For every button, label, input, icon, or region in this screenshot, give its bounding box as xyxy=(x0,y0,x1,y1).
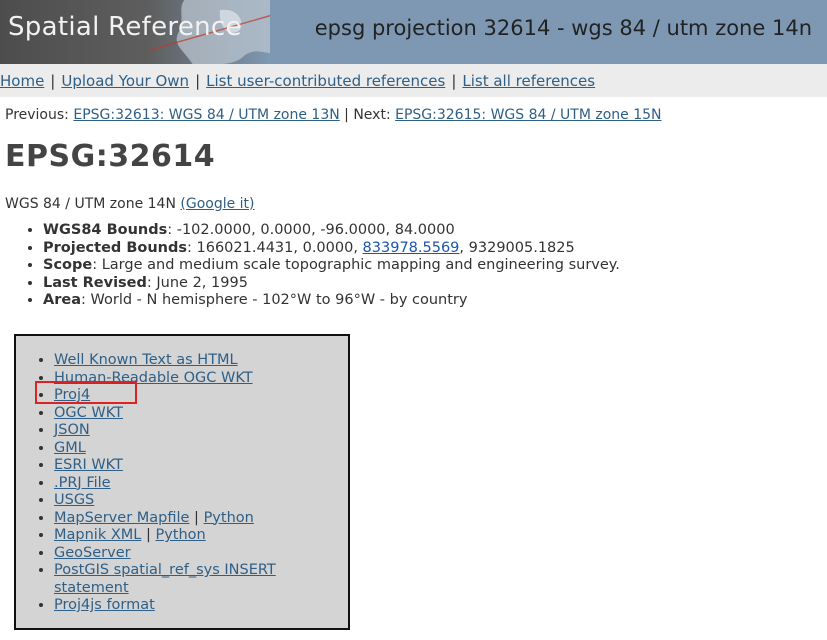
detail-area: Area: World - N hemisphere - 102°W to 96… xyxy=(43,292,822,310)
format-item: .PRJ File xyxy=(54,475,348,493)
next-link[interactable]: EPSG:32615: WGS 84 / UTM zone 15N xyxy=(395,107,661,123)
pipe-separator: | xyxy=(141,527,156,543)
formats-panel: Well Known Text as HTML Human-Readable O… xyxy=(14,334,350,630)
format-esri-wkt-link[interactable]: ESRI WKT xyxy=(54,457,123,473)
top-nav: Home | Upload Your Own | List user-contribut… xyxy=(0,64,827,97)
format-item: Proj4js format xyxy=(54,597,348,615)
next-label: | Next: xyxy=(339,107,396,123)
format-geoserver-link[interactable]: GeoServer xyxy=(54,545,131,561)
detail-value: : June 2, 1995 xyxy=(146,274,248,291)
detail-label: Projected Bounds xyxy=(43,239,188,256)
page-header-title: epsg projection 32614 - wgs 84 / utm zon… xyxy=(314,16,812,40)
site-header: Spatial Reference epsg projection 32614 … xyxy=(0,0,827,64)
detail-wgs84-bounds: WGS84 Bounds: -102.0000, 0.0000, -96.000… xyxy=(43,222,822,240)
prev-link[interactable]: EPSG:32613: WGS 84 / UTM zone 13N xyxy=(73,107,339,123)
detail-value: : Large and medium scale topographic map… xyxy=(92,257,620,273)
details-list: WGS84 Bounds: -102.0000, 0.0000, -96.000… xyxy=(5,222,822,310)
nav-home-link[interactable]: Home xyxy=(0,72,44,90)
detail-scope: Scope: Large and medium scale topographi… xyxy=(43,257,822,275)
nav-all-refs-link[interactable]: List all references xyxy=(462,72,595,90)
format-mapnik-link[interactable]: Mapnik XML xyxy=(54,527,141,543)
detail-value: , 9329005.1825 xyxy=(459,239,575,256)
format-mapserver-python-link[interactable]: Python xyxy=(204,510,254,526)
proj4-highlight-box xyxy=(35,381,137,404)
format-gml-link[interactable]: GML xyxy=(54,440,86,456)
prev-label: Previous: xyxy=(5,107,69,123)
detail-label: Last Revised xyxy=(43,274,147,291)
detail-label: WGS84 Bounds xyxy=(43,222,168,238)
format-mapserver-link[interactable]: MapServer Mapfile xyxy=(54,510,189,526)
format-item: PostGIS spatial_ref_sys INSERT statement xyxy=(54,562,348,597)
format-json-link[interactable]: JSON xyxy=(54,422,90,438)
detail-label: Area xyxy=(43,292,81,308)
format-proj4js-link[interactable]: Proj4js format xyxy=(54,597,155,613)
detail-projected-bounds: Projected Bounds: 166021.4431, 0.0000, 8… xyxy=(43,240,822,258)
format-ogc-wkt-link[interactable]: OGC WKT xyxy=(54,405,123,421)
detail-value: : World - N hemisphere - 102°W to 96°W -… xyxy=(81,292,468,308)
logo[interactable]: Spatial Reference xyxy=(0,0,270,64)
projected-bound-link[interactable]: 833978.5569 xyxy=(363,240,460,256)
format-item: GML xyxy=(54,440,348,458)
nav-upload-link[interactable]: Upload Your Own xyxy=(61,72,189,90)
detail-last-revised: Last Revised: June 2, 1995 xyxy=(43,275,822,293)
page-title: EPSG:32614 xyxy=(5,139,216,174)
format-item: OGC WKT xyxy=(54,405,348,423)
pipe-separator: | xyxy=(189,509,204,526)
format-item: JSON xyxy=(54,422,348,440)
format-prj-file-link[interactable]: .PRJ File xyxy=(54,475,111,491)
detail-label: Scope xyxy=(43,257,93,273)
format-mapnik-python-link[interactable]: Python xyxy=(155,527,205,543)
google-it-link[interactable]: (Google it) xyxy=(180,196,254,212)
logo-text: Spatial Reference xyxy=(8,12,242,42)
format-item: MapServer Mapfile | Python xyxy=(54,510,348,528)
projection-name-line: WGS 84 / UTM zone 14N (Google it) xyxy=(5,196,822,212)
format-item: ESRI WKT xyxy=(54,457,348,475)
detail-value: : 166021.4431, 0.0000, xyxy=(187,239,363,256)
format-postgis-link[interactable]: PostGIS spatial_ref_sys INSERT statement xyxy=(54,562,276,596)
format-item: Well Known Text as HTML xyxy=(54,352,348,370)
nav-separator: | xyxy=(195,72,201,90)
projection-name: WGS 84 / UTM zone 14N xyxy=(5,196,176,212)
nav-separator: | xyxy=(451,72,457,90)
format-wkt-html-link[interactable]: Well Known Text as HTML xyxy=(54,352,238,368)
format-item: GeoServer xyxy=(54,545,348,563)
nav-separator: | xyxy=(50,72,56,90)
format-item: USGS xyxy=(54,492,348,510)
nav-user-refs-link[interactable]: List user-contributed references xyxy=(206,72,445,90)
format-item: Mapnik XML | Python xyxy=(54,527,348,545)
main-content: Previous: EPSG:32613: WGS 84 / UTM zone … xyxy=(0,107,827,310)
detail-value: : -102.0000, 0.0000, -96.0000, 84.0000 xyxy=(167,222,455,238)
prev-next-bar: Previous: EPSG:32613: WGS 84 / UTM zone … xyxy=(5,107,822,123)
format-usgs-link[interactable]: USGS xyxy=(54,492,94,508)
